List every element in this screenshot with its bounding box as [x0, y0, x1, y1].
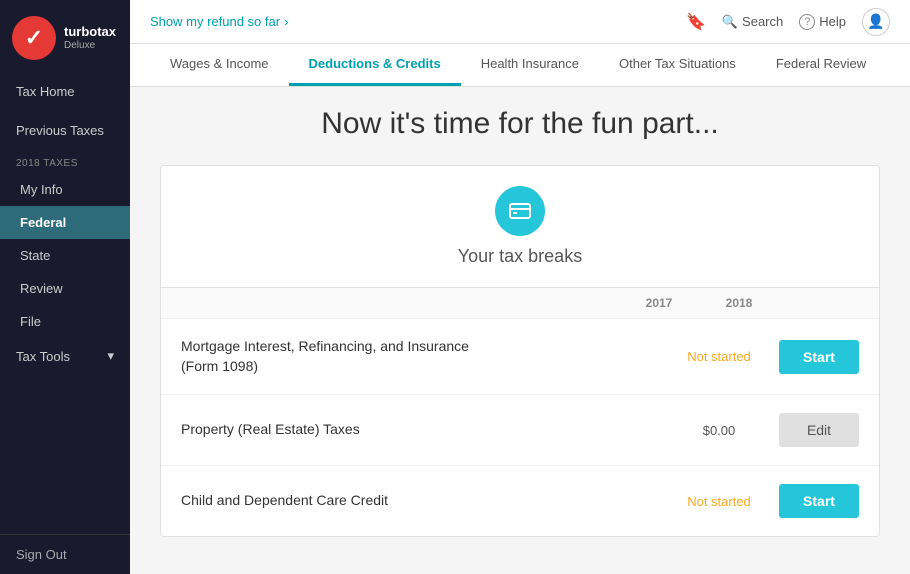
search-icon: 🔍 — [722, 14, 738, 30]
mortgage-interest-status: Not started — [659, 349, 779, 364]
tab-federal-review[interactable]: Federal Review — [756, 44, 886, 86]
sidebar-item-tax-home[interactable]: Tax Home — [0, 72, 130, 111]
tax-home-label: Tax Home — [16, 84, 75, 99]
tab-health-insurance-label: Health Insurance — [481, 56, 579, 71]
tab-other-tax-situations[interactable]: Other Tax Situations — [599, 44, 756, 86]
sidebar-item-review[interactable]: Review — [0, 272, 130, 305]
property-taxes-name: Property (Real Estate) Taxes — [181, 420, 659, 440]
sidebar-signout[interactable]: Sign Out — [0, 534, 130, 574]
chevron-down-icon: ▾ — [107, 348, 114, 364]
sidebar: ✓ turbotax Deluxe Tax Home Previous Taxe… — [0, 0, 130, 574]
tax-breaks-title: Your tax breaks — [458, 246, 582, 267]
child-care-name: Child and Dependent Care Credit — [181, 491, 659, 511]
tab-wages-income-label: Wages & Income — [170, 56, 269, 71]
tax-breaks-icon — [495, 186, 545, 236]
tab-wages-income[interactable]: Wages & Income — [150, 44, 289, 86]
tax-breaks-card: Your tax breaks 2017 2018 Mortgage Inter… — [160, 165, 880, 537]
tab-deductions-credits[interactable]: Deductions & Credits — [289, 44, 461, 86]
tax-tools-label: Tax Tools — [16, 349, 70, 364]
tab-other-tax-situations-label: Other Tax Situations — [619, 56, 736, 71]
topbar-actions: 🔖 🔍 Search ? Help 👤 — [686, 8, 890, 36]
mortgage-interest-start-button[interactable]: Start — [779, 340, 859, 374]
turbotax-brand: turbotax Deluxe — [64, 25, 116, 50]
column-headers: 2017 2018 — [161, 288, 879, 319]
content-area: Now it's time for the fun part... Your t… — [130, 87, 910, 574]
property-taxes-edit-button[interactable]: Edit — [779, 413, 859, 447]
search-label: Search — [742, 14, 783, 29]
my-info-label: My Info — [20, 182, 63, 197]
file-label: File — [20, 314, 41, 329]
turbotax-edition: Deluxe — [64, 40, 116, 51]
avatar-icon: 👤 — [867, 13, 884, 30]
child-care-start-button[interactable]: Start — [779, 484, 859, 518]
tax-breaks-header: Your tax breaks — [161, 166, 879, 288]
avatar[interactable]: 👤 — [862, 8, 890, 36]
federal-label: Federal — [20, 215, 66, 230]
sidebar-item-state[interactable]: State — [0, 239, 130, 272]
help-button[interactable]: ? Help — [799, 14, 846, 30]
help-icon: ? — [799, 14, 815, 30]
refund-link-text: Show my refund so far — [150, 14, 280, 29]
table-row: Child and Dependent Care Credit Not star… — [161, 466, 879, 536]
tab-federal-review-label: Federal Review — [776, 56, 866, 71]
table-row: Mortgage Interest, Refinancing, and Insu… — [161, 319, 879, 395]
signout-label: Sign Out — [16, 547, 67, 562]
bookmark-icon[interactable]: 🔖 — [686, 12, 706, 32]
logo-circle: ✓ — [12, 16, 56, 60]
table-row: Property (Real Estate) Taxes $0.00 Edit — [161, 395, 879, 466]
turbotax-name: turbotax — [64, 25, 116, 39]
search-button[interactable]: 🔍 Search — [722, 14, 783, 30]
mortgage-interest-name: Mortgage Interest, Refinancing, and Insu… — [181, 337, 659, 376]
refund-link[interactable]: Show my refund so far › — [150, 14, 288, 29]
col-header-2018: 2018 — [699, 296, 779, 310]
property-taxes-status: $0.00 — [659, 423, 779, 438]
logo: ✓ turbotax Deluxe — [0, 0, 130, 72]
sidebar-item-federal[interactable]: Federal — [0, 206, 130, 239]
sidebar-item-my-info[interactable]: My Info — [0, 173, 130, 206]
tab-deductions-credits-label: Deductions & Credits — [309, 56, 441, 71]
nav-tabs: Wages & Income Deductions & Credits Heal… — [130, 44, 910, 87]
state-label: State — [20, 248, 50, 263]
tab-health-insurance[interactable]: Health Insurance — [461, 44, 599, 86]
help-label: Help — [819, 14, 846, 29]
previous-taxes-label: Previous Taxes — [16, 123, 104, 138]
sidebar-item-tax-tools[interactable]: Tax Tools ▾ — [0, 338, 130, 374]
sidebar-nav: Tax Home Previous Taxes 2018 TAXES My In… — [0, 72, 130, 534]
sidebar-item-previous-taxes[interactable]: Previous Taxes — [0, 111, 130, 150]
page-title: Now it's time for the fun part... — [160, 107, 880, 141]
checkmark-icon: ✓ — [25, 25, 43, 51]
child-care-status: Not started — [659, 494, 779, 509]
sidebar-section-label: 2018 TAXES — [0, 150, 130, 173]
refund-arrow-icon: › — [284, 14, 288, 29]
topbar: Show my refund so far › 🔖 🔍 Search ? Hel… — [130, 0, 910, 44]
col-header-2017: 2017 — [619, 296, 699, 310]
main-area: Show my refund so far › 🔖 🔍 Search ? Hel… — [130, 0, 910, 574]
review-label: Review — [20, 281, 63, 296]
sidebar-item-file[interactable]: File — [0, 305, 130, 338]
